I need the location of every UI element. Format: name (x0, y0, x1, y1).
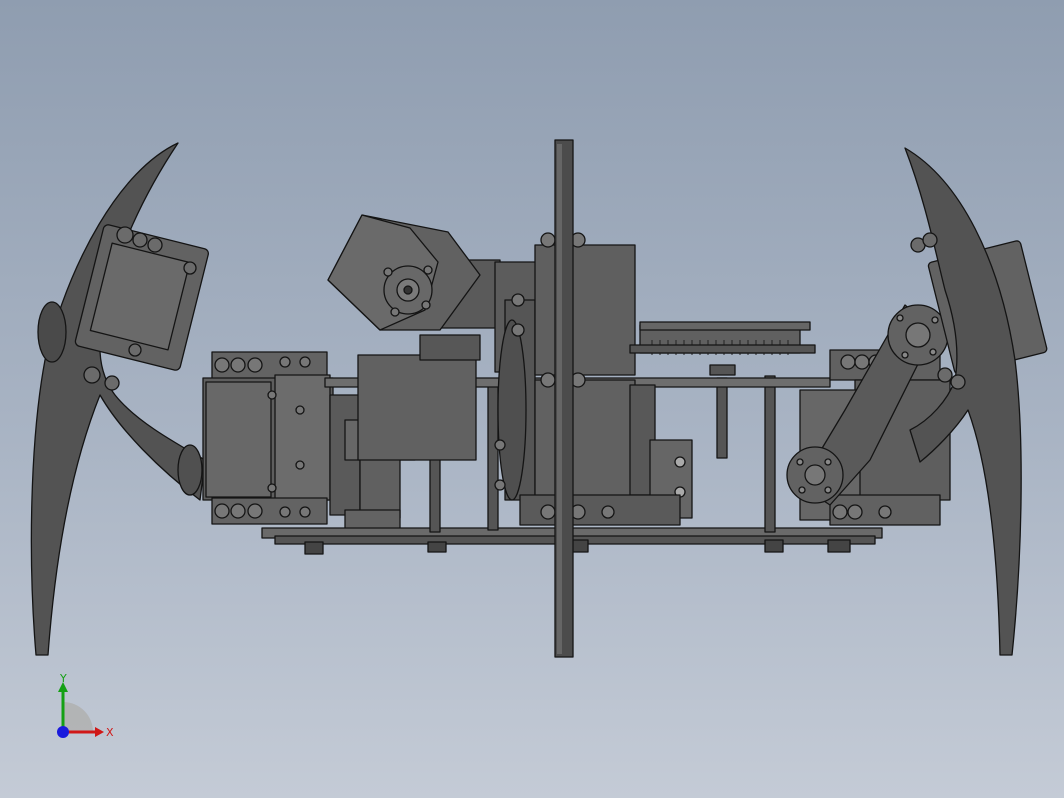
triad-quadrant (63, 702, 93, 732)
y-axis-label: Y (59, 672, 67, 685)
left-leg-assembly[interactable] (30, 142, 209, 656)
left-leg-claw (30, 142, 206, 656)
x-axis-label: X (106, 726, 114, 739)
z-axis-indicator (57, 726, 69, 738)
center-lower-servo (357, 354, 477, 461)
orientation-triad[interactable]: Y X (40, 670, 130, 750)
controller-board (629, 321, 816, 376)
hexapod-robot-model[interactable] (0, 0, 1064, 798)
pan-tilt-head-assembly[interactable] (327, 214, 501, 331)
cad-graphics-viewport[interactable]: Y X (0, 0, 1064, 798)
left-leg-hub (37, 301, 67, 363)
